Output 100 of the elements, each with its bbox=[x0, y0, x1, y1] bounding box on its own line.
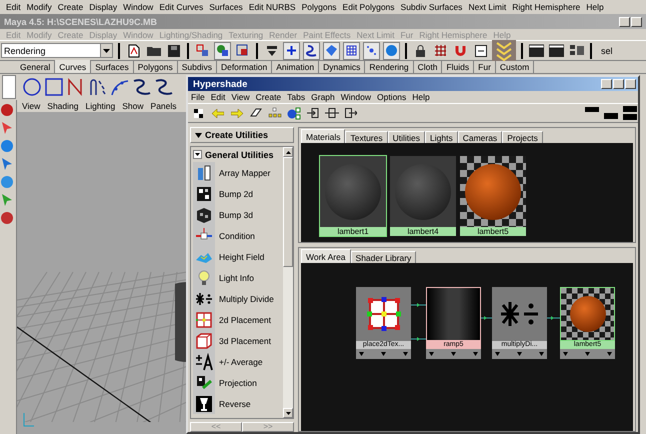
folder-icon[interactable] bbox=[146, 45, 160, 56]
tab[interactable]: Projects bbox=[502, 131, 543, 143]
menu-item[interactable]: File bbox=[191, 92, 205, 102]
triangle-icon[interactable] bbox=[359, 352, 364, 356]
panel-menu-item[interactable]: Panels bbox=[150, 101, 177, 111]
points-icon[interactable] bbox=[365, 44, 378, 57]
menu-item[interactable]: Polygons bbox=[302, 2, 337, 12]
lock-icon[interactable] bbox=[415, 44, 426, 56]
graph-icon[interactable] bbox=[286, 106, 300, 120]
tool-icon[interactable] bbox=[0, 138, 14, 154]
menu-item[interactable]: Edit Polygons bbox=[342, 2, 395, 12]
material-swatch[interactable]: lambert1 bbox=[319, 155, 387, 237]
menu-item[interactable]: Help bbox=[412, 92, 430, 102]
maximize-button[interactable] bbox=[613, 79, 624, 89]
eraser-icon[interactable] bbox=[250, 108, 262, 118]
arrow-left-icon[interactable] bbox=[212, 108, 224, 118]
tool-icon[interactable] bbox=[0, 156, 14, 172]
triangle-icon[interactable] bbox=[381, 352, 386, 356]
select-icon[interactable] bbox=[216, 44, 229, 57]
utility-item[interactable]: +/- Average bbox=[191, 351, 283, 372]
utility-item[interactable]: 2d Placement bbox=[191, 309, 283, 330]
triangle-icon[interactable] bbox=[403, 352, 408, 356]
menu-item[interactable]: Graph bbox=[311, 92, 335, 102]
utility-item[interactable]: Multiply Divide bbox=[191, 288, 283, 309]
triangle-icon[interactable] bbox=[539, 352, 544, 356]
utility-item[interactable]: Array Mapper bbox=[191, 162, 283, 183]
square-icon[interactable] bbox=[44, 77, 64, 97]
tool-icon[interactable] bbox=[0, 102, 14, 118]
triangle-icon[interactable] bbox=[585, 352, 590, 356]
tab[interactable]: Work Area bbox=[301, 249, 351, 263]
squiggle-curve-icon[interactable] bbox=[132, 77, 152, 97]
ep-curve-icon[interactable] bbox=[88, 77, 108, 97]
triangle-icon[interactable] bbox=[563, 352, 568, 356]
mode-dropdown[interactable]: Rendering bbox=[1, 43, 113, 58]
minimize-button[interactable] bbox=[601, 79, 612, 89]
menu-item[interactable]: Help bbox=[586, 2, 604, 12]
shelf-tab[interactable]: Custom bbox=[496, 61, 534, 73]
magnet-icon[interactable] bbox=[454, 44, 467, 57]
scroll-down-icon[interactable] bbox=[286, 412, 290, 414]
clapperboard-icon[interactable] bbox=[549, 44, 564, 57]
triangle-icon[interactable] bbox=[517, 352, 522, 356]
panel-menu-item[interactable]: Show bbox=[122, 101, 144, 111]
utility-item[interactable]: 3d Placement bbox=[191, 330, 283, 351]
utility-item[interactable]: Height Field bbox=[191, 246, 283, 267]
menu-item[interactable]: View bbox=[231, 92, 250, 102]
utility-item[interactable]: Projection bbox=[191, 372, 283, 393]
triangle-icon[interactable] bbox=[473, 352, 478, 356]
tab[interactable]: Materials bbox=[301, 129, 346, 143]
select-icon[interactable] bbox=[236, 44, 249, 57]
tool-icon[interactable] bbox=[0, 210, 14, 226]
split-layout-icon[interactable] bbox=[622, 106, 636, 120]
grid-snap-icon[interactable] bbox=[434, 44, 447, 57]
menu-item[interactable]: Window bbox=[340, 92, 371, 102]
menu-item[interactable]: Window bbox=[123, 2, 154, 12]
tab[interactable]: Cameras bbox=[458, 131, 502, 143]
triangle-icon[interactable] bbox=[607, 352, 612, 356]
cube-icon[interactable] bbox=[325, 44, 338, 57]
document-icon[interactable] bbox=[128, 44, 140, 58]
utility-item[interactable]: Condition bbox=[191, 225, 283, 246]
output-connections-icon[interactable] bbox=[344, 108, 356, 118]
utility-item[interactable]: Light Info bbox=[191, 267, 283, 288]
maximize-button[interactable] bbox=[631, 16, 642, 26]
clapperboard-icon[interactable] bbox=[529, 44, 544, 57]
menu-item[interactable]: Display bbox=[89, 2, 118, 12]
plus-icon[interactable] bbox=[286, 45, 297, 56]
input-output-icon[interactable] bbox=[324, 108, 338, 118]
curve-icon[interactable] bbox=[305, 44, 318, 57]
tab[interactable]: Textures bbox=[345, 131, 388, 143]
menu-item[interactable]: Tabs bbox=[287, 92, 306, 102]
select-icon[interactable] bbox=[196, 44, 209, 57]
sphere-icon[interactable] bbox=[385, 44, 398, 57]
panel-menu-item[interactable]: Lighting bbox=[85, 101, 116, 111]
utility-item[interactable]: Reverse bbox=[191, 393, 283, 414]
panel-menu-item[interactable]: View bbox=[22, 101, 40, 111]
chevron-icon[interactable] bbox=[492, 40, 516, 62]
grid-icon[interactable] bbox=[345, 44, 358, 57]
triangle-icon[interactable] bbox=[451, 352, 456, 356]
menu-item[interactable]: Edit NURBS bbox=[248, 2, 296, 12]
utility-item[interactable]: Bump 2d bbox=[191, 183, 283, 204]
menu-item[interactable]: Create bbox=[58, 2, 84, 12]
checker-icon[interactable] bbox=[194, 108, 203, 118]
circle-icon[interactable] bbox=[22, 77, 42, 97]
render-icon[interactable] bbox=[570, 44, 584, 57]
node-layout-icon[interactable] bbox=[268, 107, 282, 119]
material-swatch[interactable]: lambert4 bbox=[389, 155, 457, 237]
tab[interactable]: Shader Library bbox=[350, 251, 416, 263]
triangle-icon[interactable] bbox=[495, 352, 500, 356]
tab[interactable]: Utilities bbox=[388, 131, 426, 143]
input-connections-icon[interactable] bbox=[306, 108, 318, 118]
utility-item[interactable]: Bump 3d bbox=[191, 204, 283, 225]
triangle-icon[interactable] bbox=[429, 352, 434, 356]
menu-item[interactable]: Edit bbox=[6, 2, 21, 12]
panel-menu-item[interactable]: Shading bbox=[47, 101, 78, 111]
tool-icon[interactable] bbox=[0, 120, 14, 136]
scroll-thumb[interactable] bbox=[283, 157, 293, 267]
tab[interactable]: Lights bbox=[425, 131, 458, 143]
menu-item[interactable]: Modify bbox=[26, 2, 52, 12]
menu-item[interactable]: Subdiv Surfaces bbox=[400, 2, 462, 12]
material-swatch[interactable]: lambert5 bbox=[459, 155, 527, 237]
panel-icon[interactable] bbox=[474, 44, 486, 56]
